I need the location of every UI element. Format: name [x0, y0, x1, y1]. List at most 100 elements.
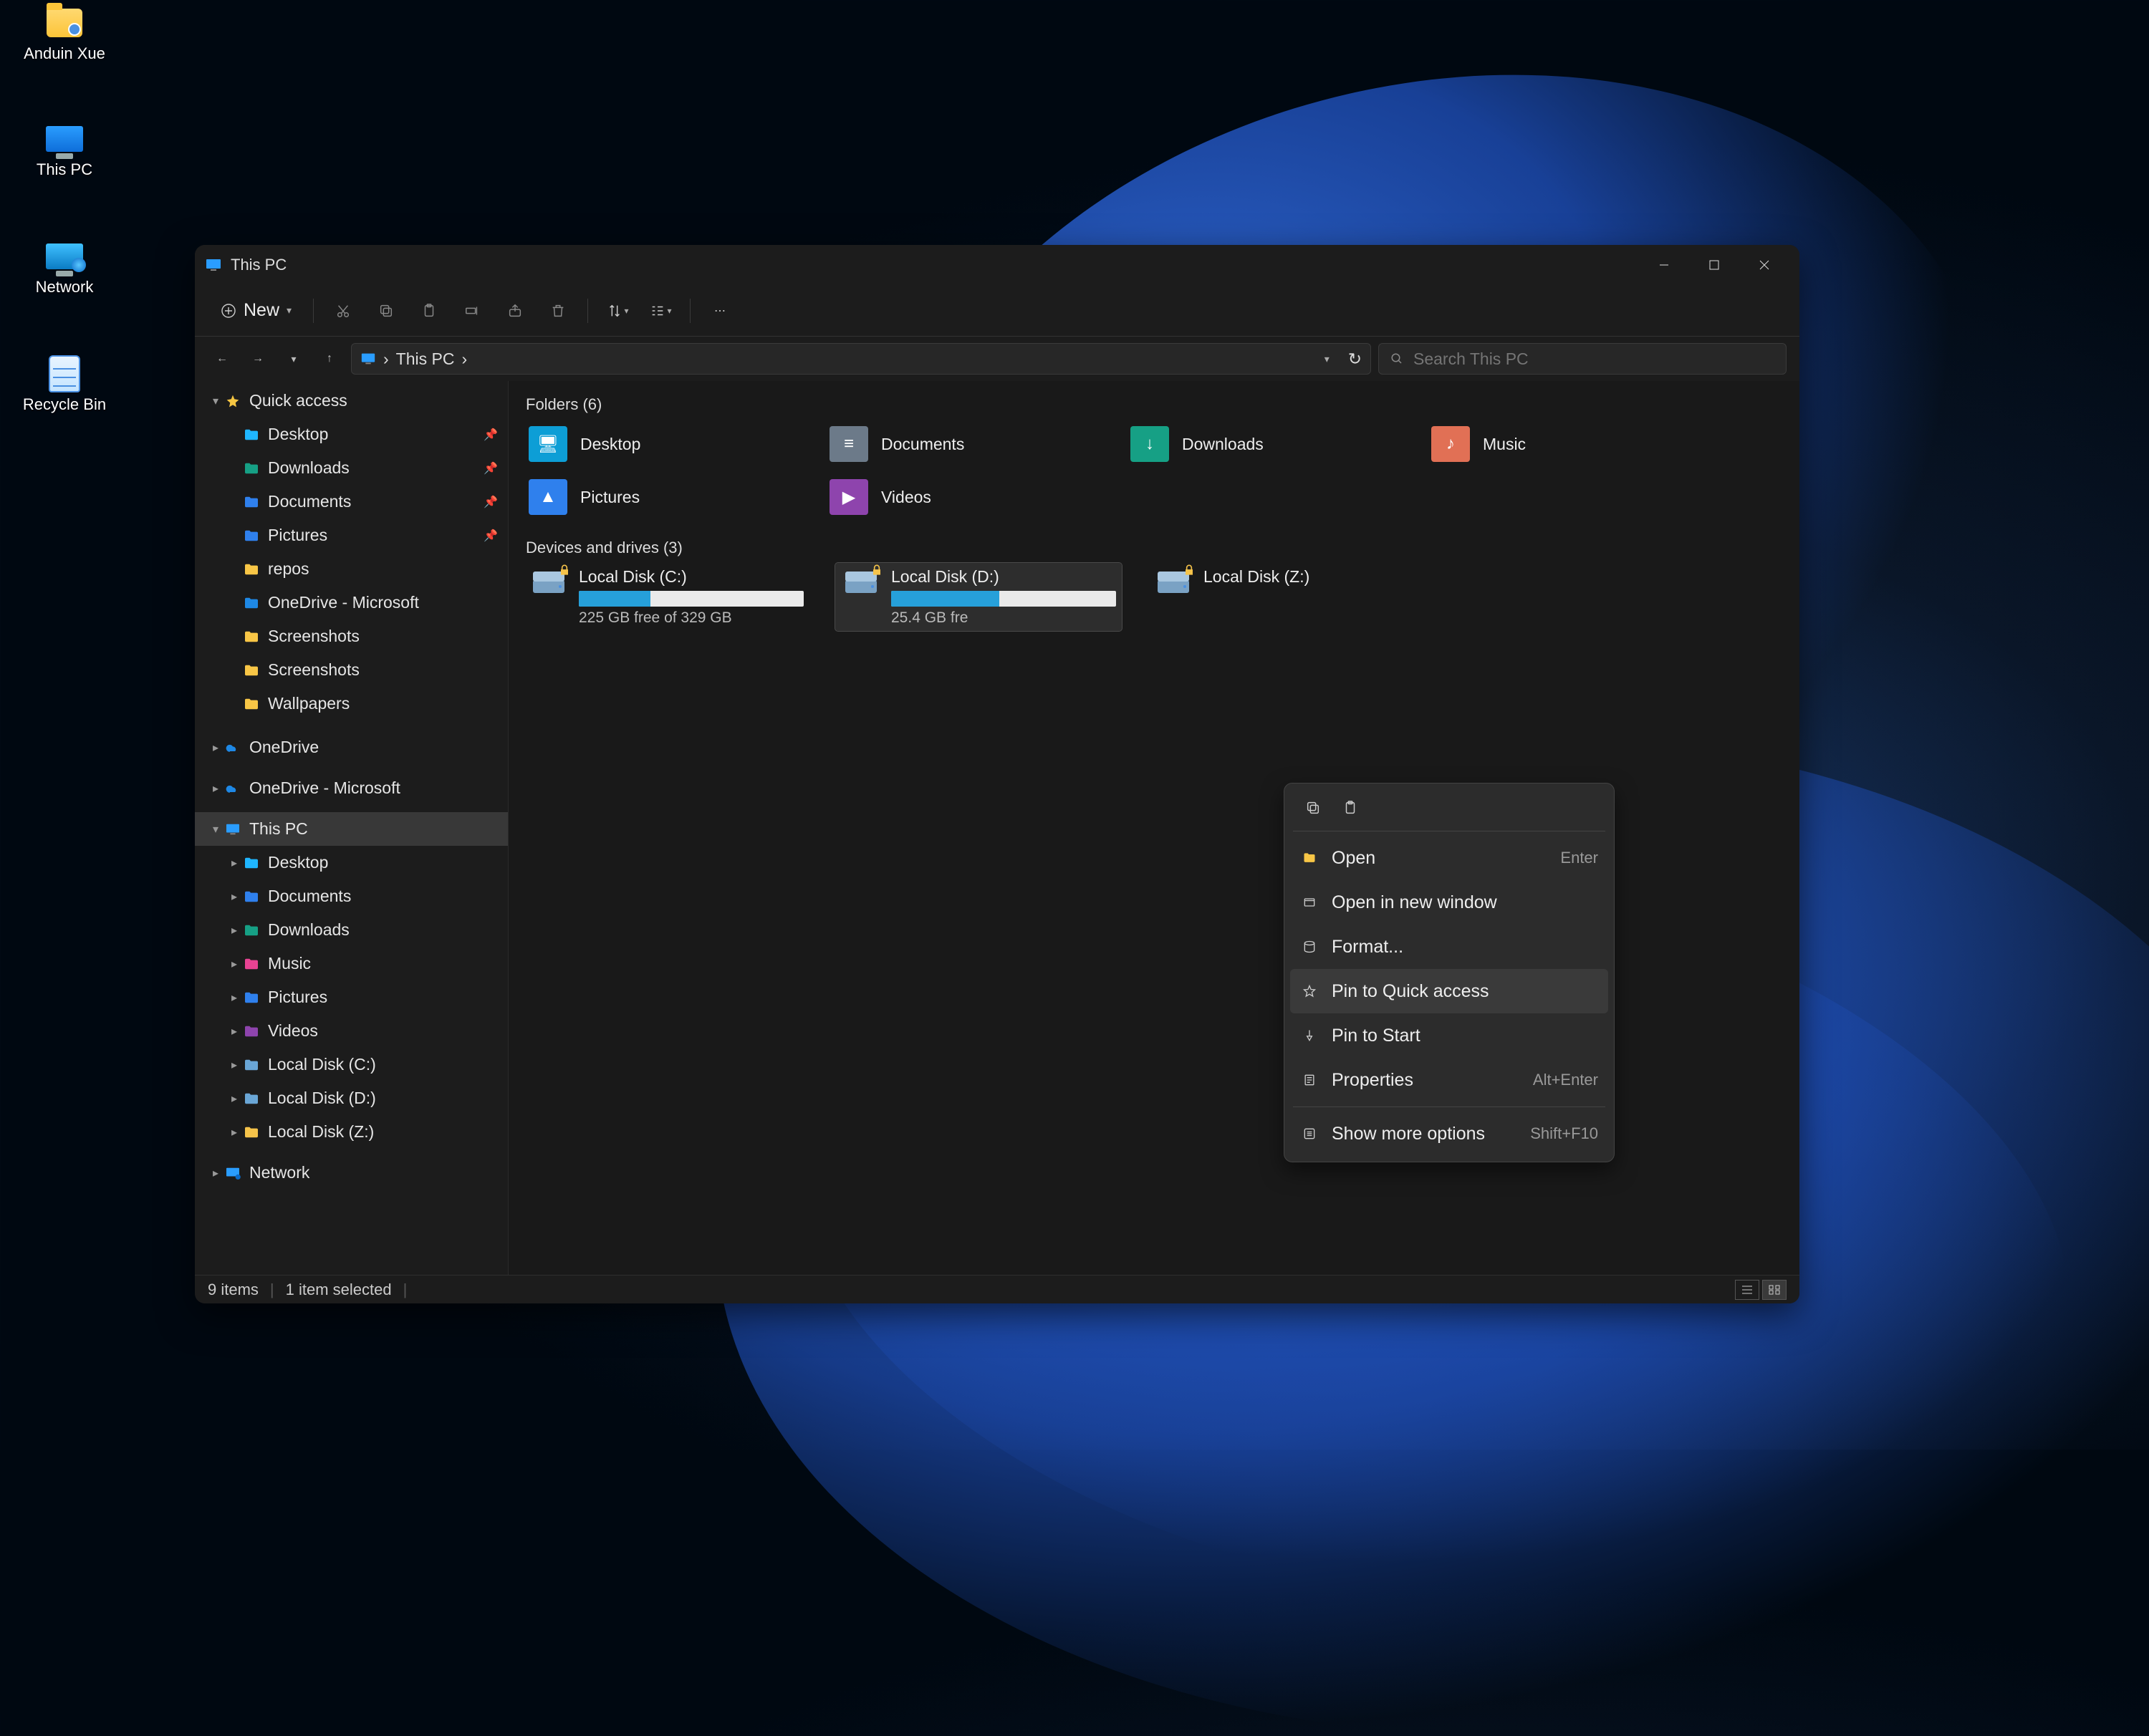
toolbar: New ▾ ▾ ▾ ⋯ — [195, 285, 1799, 337]
tree-item-label: OneDrive — [249, 738, 319, 757]
search-bar[interactable] — [1378, 343, 1787, 375]
ctx-pin-start[interactable]: Pin to Start — [1290, 1013, 1608, 1058]
tree-item-icon — [242, 561, 261, 577]
chevron-icon[interactable]: ▸ — [226, 957, 242, 971]
new-button[interactable]: New ▾ — [209, 294, 303, 327]
sidebar-qa-item[interactable]: Downloads📌 — [195, 451, 508, 485]
ctx-copy-icon[interactable] — [1297, 794, 1329, 822]
chevron-icon[interactable]: ▾ — [208, 394, 223, 408]
tree-item-icon — [242, 1124, 261, 1140]
drive-item[interactable]: Local Disk (D:)25.4 GB fre — [835, 563, 1122, 631]
chevron-icon[interactable]: ▸ — [226, 990, 242, 1005]
recent-dropdown[interactable]: ▾ — [279, 344, 308, 373]
chevron-icon[interactable]: ▸ — [226, 856, 242, 870]
chevron-icon[interactable]: ▸ — [226, 889, 242, 904]
delete-icon[interactable] — [539, 295, 577, 327]
chevron-icon[interactable]: ▸ — [226, 923, 242, 937]
cut-icon[interactable] — [324, 295, 362, 327]
sidebar-qa-item[interactable]: Documents📌 — [195, 485, 508, 519]
ctx-show-more-options[interactable]: Show more options Shift+F10 — [1290, 1111, 1608, 1156]
refresh-icon[interactable]: ↻ — [1348, 349, 1362, 369]
folder-label: Desktop — [580, 435, 640, 454]
folder-desktop[interactable]: 🖥Desktop — [523, 420, 817, 468]
chevron-icon[interactable]: ▸ — [208, 1166, 223, 1180]
sidebar-thispc-item[interactable]: ▸Local Disk (C:) — [195, 1048, 508, 1081]
sidebar-thispc-item[interactable]: ▸Downloads — [195, 913, 508, 947]
chevron-icon[interactable]: ▾ — [208, 822, 223, 836]
sidebar-thispc-item[interactable]: ▸Pictures — [195, 980, 508, 1014]
desktop-icon-network[interactable]: Network — [14, 239, 115, 296]
sort-icon[interactable]: ▾ — [598, 295, 637, 327]
close-button[interactable] — [1739, 249, 1789, 281]
chevron-icon[interactable]: ▸ — [226, 1024, 242, 1038]
back-button[interactable]: ← — [208, 344, 236, 373]
crumb-thispc[interactable]: This PC — [396, 349, 455, 369]
sidebar-qa-item[interactable]: Screenshots — [195, 653, 508, 687]
ctx-open-new-window[interactable]: Open in new window — [1290, 880, 1608, 925]
chevron-icon[interactable]: ▸ — [208, 741, 223, 755]
chevron-icon[interactable]: ▸ — [226, 1058, 242, 1072]
drives-group-header[interactable]: Devices and drives (3) — [523, 536, 1785, 563]
folder-videos[interactable]: ▶Videos — [824, 473, 1117, 521]
star-icon — [1300, 984, 1319, 998]
details-view-button[interactable] — [1735, 1280, 1759, 1300]
folder-documents[interactable]: ≡Documents — [824, 420, 1117, 468]
sidebar-quick-access[interactable]: ▾Quick access — [195, 384, 508, 418]
share-icon[interactable] — [496, 295, 534, 327]
folder-music[interactable]: ♪Music — [1426, 420, 1719, 468]
tree-item-label: Network — [249, 1163, 309, 1182]
thispc-title-icon — [205, 256, 222, 274]
ctx-paste-icon[interactable] — [1335, 794, 1366, 822]
sidebar-qa-item[interactable]: Desktop📌 — [195, 418, 508, 451]
address-dropdown-icon[interactable]: ▾ — [1325, 353, 1330, 365]
sidebar-onedrive-ms[interactable]: ▸OneDrive - Microsoft — [195, 771, 508, 805]
folder-downloads[interactable]: ↓Downloads — [1125, 420, 1418, 468]
up-button[interactable]: ↑ — [315, 344, 344, 373]
desktop-icon-this-pc[interactable]: This PC — [14, 122, 115, 179]
forward-button[interactable]: → — [244, 344, 272, 373]
chevron-icon[interactable]: ▸ — [226, 1125, 242, 1139]
chevron-icon[interactable]: ▸ — [226, 1091, 242, 1106]
sidebar-qa-item[interactable]: Wallpapers — [195, 687, 508, 720]
drive-item[interactable]: Local Disk (C:)225 GB free of 329 GB — [523, 563, 809, 631]
sidebar-thispc-item[interactable]: ▸Music — [195, 947, 508, 980]
sidebar-thispc-item[interactable]: ▸Local Disk (D:) — [195, 1081, 508, 1115]
sidebar-qa-item[interactable]: repos — [195, 552, 508, 586]
ctx-format[interactable]: Format... — [1290, 925, 1608, 969]
sidebar-onedrive[interactable]: ▸ OneDrive — [195, 730, 508, 764]
view-icon[interactable]: ▾ — [641, 295, 680, 327]
sidebar-thispc-item[interactable]: ▸Local Disk (Z:) — [195, 1115, 508, 1149]
sidebar-network[interactable]: ▸ Network — [195, 1156, 508, 1190]
folder-pictures[interactable]: ▲Pictures — [523, 473, 817, 521]
ctx-open[interactable]: Open Enter — [1290, 836, 1608, 880]
more-icon[interactable]: ⋯ — [701, 295, 739, 327]
search-input[interactable] — [1413, 349, 1774, 369]
drive-free-text: 225 GB free of 329 GB — [579, 609, 804, 627]
sidebar-thispc-item[interactable]: ▸Documents — [195, 879, 508, 913]
sidebar-qa-item[interactable]: Screenshots — [195, 619, 508, 653]
desktop-icon-label: Network — [36, 278, 94, 296]
sidebar-qa-item[interactable]: Pictures📌 — [195, 519, 508, 552]
ctx-pin-quick-access[interactable]: Pin to Quick access — [1290, 969, 1608, 1013]
minimize-button[interactable] — [1639, 249, 1689, 281]
file-explorer-window: This PC New ▾ ▾ ▾ ⋯ ← → ▾ ↑ › — [195, 245, 1799, 1303]
navbar: ← → ▾ ↑ › This PC › ▾ ↻ — [195, 337, 1799, 381]
folders-group-header[interactable]: Folders (6) — [523, 392, 1785, 420]
desktop-icon-user-folder[interactable]: Anduin Xue — [14, 6, 115, 63]
drive-item[interactable]: Local Disk (Z:) — [1148, 563, 1434, 631]
sidebar-qa-item[interactable]: OneDrive - Microsoft — [195, 586, 508, 619]
rename-icon[interactable] — [453, 295, 491, 327]
desktop-icon-recycle[interactable]: Recycle Bin — [14, 357, 115, 414]
maximize-button[interactable] — [1689, 249, 1739, 281]
chevron-icon[interactable]: ▸ — [208, 781, 223, 796]
copy-icon[interactable] — [367, 295, 405, 327]
thumbnails-view-button[interactable] — [1762, 1280, 1787, 1300]
ctx-properties[interactable]: Properties Alt+Enter — [1290, 1058, 1608, 1102]
sidebar-thispc-item[interactable]: ▸Videos — [195, 1014, 508, 1048]
tree-item-icon — [223, 821, 242, 837]
content-pane[interactable]: Folders (6) 🖥Desktop≡Documents↓Downloads… — [509, 381, 1799, 1275]
sidebar-thispc-item[interactable]: ▸Desktop — [195, 846, 508, 879]
paste-icon[interactable] — [410, 295, 448, 327]
sidebar-thispc[interactable]: ▾This PC — [195, 812, 508, 846]
address-bar[interactable]: › This PC › ▾ ↻ — [351, 343, 1371, 375]
